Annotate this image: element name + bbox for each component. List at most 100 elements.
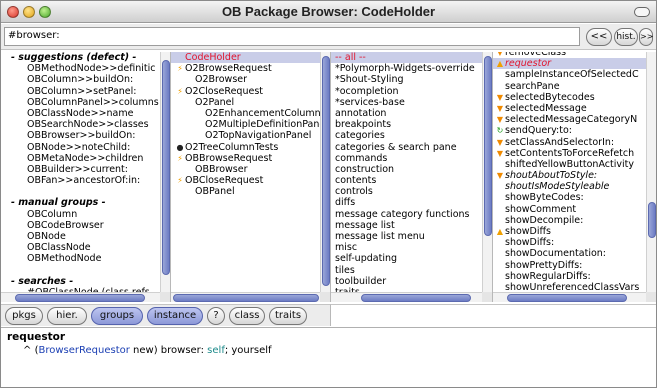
method-item[interactable]: showDiffs:	[493, 237, 646, 248]
category-item[interactable]: message list menu	[331, 231, 482, 242]
methods-hscrollbar[interactable]	[493, 292, 646, 302]
group-item[interactable]: OBMethodNode>>definitic	[1, 63, 160, 74]
categories-hscroll-thumb[interactable]	[361, 294, 471, 302]
category-item[interactable]: *services-base	[331, 97, 482, 108]
groups-hscrollbar[interactable]	[1, 292, 160, 302]
method-item[interactable]: ▲ showDiffs	[493, 226, 646, 237]
group-item[interactable]: OBNode>>noteChild:	[1, 142, 160, 153]
category-item[interactable]: diffs	[331, 197, 482, 208]
group-item[interactable]: OBClassNode>>name	[1, 108, 160, 119]
class-item[interactable]: O2TopNavigationPanel	[171, 130, 320, 141]
history-forward-button[interactable]: >>	[639, 28, 653, 46]
category-item[interactable]: commands	[331, 153, 482, 164]
method-item[interactable]: ▼ selectedMessageCategoryN	[493, 114, 646, 125]
group-item[interactable]: OBMetaNode>>children	[1, 153, 160, 164]
category-item[interactable]: -- all --	[331, 52, 482, 64]
history-button[interactable]: hist.	[614, 28, 638, 46]
collapse-window-icon[interactable]	[634, 7, 650, 17]
category-item[interactable]: breakpoints	[331, 119, 482, 130]
history-back-button[interactable]: <<	[586, 28, 612, 46]
classes-hscrollbar[interactable]	[171, 292, 320, 302]
methods-vscrollbar[interactable]	[646, 52, 656, 292]
groups-button[interactable]: groups	[91, 307, 143, 325]
group-item[interactable]: OBBuilder>>current:	[1, 164, 160, 175]
method-item[interactable]: ↻ sendQuery:to:	[493, 125, 646, 136]
groups-vscroll-thumb[interactable]	[162, 60, 170, 275]
category-item[interactable]: tiles	[331, 265, 482, 276]
class-item[interactable]: CodeHolder	[171, 52, 320, 64]
category-item[interactable]: annotation	[331, 108, 482, 119]
group-item[interactable]: OBClassNode	[1, 242, 160, 253]
group-item[interactable]: - manual groups -	[1, 197, 160, 208]
category-item[interactable]: self-updating	[331, 253, 482, 264]
class-item[interactable]: OBBrowser	[171, 164, 320, 175]
category-item[interactable]: toolbuilder	[331, 276, 482, 287]
category-item[interactable]: categories	[331, 130, 482, 141]
method-body[interactable]: ^ (BrowserRequestor new) browser: self; …	[23, 345, 650, 356]
method-item[interactable]: ▼ setClassAndSelectorIn:	[493, 137, 646, 148]
category-item[interactable]: controls	[331, 186, 482, 197]
group-item[interactable]: OBSearchNode>>classes	[1, 119, 160, 130]
category-item[interactable]: message list	[331, 220, 482, 231]
method-item[interactable]: shoutIsModeStyleable	[493, 181, 646, 192]
class-item[interactable]: O2Browser	[171, 74, 320, 85]
method-item[interactable]: ▼ selectedBytecodes	[493, 92, 646, 103]
method-item[interactable]: shiftedYellowButtonActivity	[493, 159, 646, 170]
method-item[interactable]: ▲ requestor	[493, 58, 646, 70]
class-item[interactable]: ⚡ OBCloseRequest	[171, 175, 320, 186]
method-item[interactable]: showDecompile:	[493, 215, 646, 226]
class-item[interactable]: O2MultipleDefinitionPanel	[171, 119, 320, 130]
class-item[interactable]: O2EnhancementColumnPanel	[171, 108, 320, 119]
method-item[interactable]: showDocumentation:	[493, 248, 646, 259]
category-item[interactable]: *Polymorph-Widgets-override	[331, 63, 482, 74]
methods-vscroll-thumb[interactable]	[648, 202, 656, 238]
category-item[interactable]: *Shout-Styling	[331, 74, 482, 85]
category-item[interactable]: construction	[331, 164, 482, 175]
category-item[interactable]: misc	[331, 242, 482, 253]
classes-vscroll-thumb[interactable]	[322, 56, 330, 286]
group-item[interactable]: - suggestions (defect) -	[1, 52, 160, 63]
method-item[interactable]: searchPane	[493, 81, 646, 92]
method-item[interactable]: showRegularDiffs:	[493, 271, 646, 282]
code-pane[interactable]: requestor ^ (BrowserRequestor new) brows…	[1, 327, 656, 387]
pkgs-button[interactable]: pkgs	[5, 307, 43, 325]
categories-vscroll-thumb[interactable]	[484, 56, 492, 236]
method-item[interactable]: showPrettyDiffs:	[493, 260, 646, 271]
hierarchy-button[interactable]: hier.	[47, 307, 87, 325]
group-item[interactable]: - searches -	[1, 276, 160, 287]
category-item[interactable]: message category functions	[331, 209, 482, 220]
method-item[interactable]: ▼ setContentsToForceRefetch	[493, 148, 646, 159]
group-item[interactable]: OBCodeBrowser	[1, 220, 160, 231]
category-item[interactable]: categories & search pane	[331, 142, 482, 153]
categories-vscrollbar[interactable]	[482, 52, 492, 292]
method-item[interactable]: ▼ selectedMessage	[493, 103, 646, 114]
traits-button[interactable]: traits	[269, 307, 307, 325]
method-item[interactable]: showComment	[493, 204, 646, 215]
method-item[interactable]: showByteCodes:	[493, 192, 646, 203]
category-item[interactable]: *ocompletion	[331, 86, 482, 97]
methods-hscroll-thumb[interactable]	[507, 294, 627, 302]
groups-hscroll-thumb[interactable]	[15, 294, 145, 302]
group-item[interactable]: OBColumnPanel>>columns	[1, 97, 160, 108]
group-item[interactable]: OBNode	[1, 231, 160, 242]
class-item[interactable]: OBPanel	[171, 186, 320, 197]
group-item[interactable]: OBMethodNode	[1, 253, 160, 264]
classes-vscrollbar[interactable]	[320, 52, 330, 292]
category-item[interactable]: contents	[331, 175, 482, 186]
classes-hscroll-thumb[interactable]	[173, 294, 319, 302]
groups-vscrollbar[interactable]	[160, 52, 170, 292]
method-item[interactable]: sampleInstanceOfSelectedC	[493, 69, 646, 80]
search-input[interactable]: #browser:	[4, 27, 580, 46]
class-item[interactable]: ⚡ O2BrowseRequest	[171, 63, 320, 74]
group-item[interactable]: OBColumn>>buildOn:	[1, 74, 160, 85]
group-item[interactable]: OBColumn>>setPanel:	[1, 86, 160, 97]
group-item[interactable]: OBFan>>ancestorOf:in:	[1, 175, 160, 186]
method-item[interactable]: showUnreferencedClassVars	[493, 282, 646, 292]
title-bar[interactable]: OB Package Browser: CodeHolder	[1, 1, 656, 23]
group-item[interactable]: OBColumn	[1, 209, 160, 220]
class-item[interactable]: ⚡ OBBrowseRequest	[171, 153, 320, 164]
class-item[interactable]: ⚡ O2CloseRequest	[171, 86, 320, 97]
group-item[interactable]: OBBrowser>>buildOn:	[1, 130, 160, 141]
categories-hscrollbar[interactable]	[331, 292, 482, 302]
class-button[interactable]: class	[229, 307, 265, 325]
